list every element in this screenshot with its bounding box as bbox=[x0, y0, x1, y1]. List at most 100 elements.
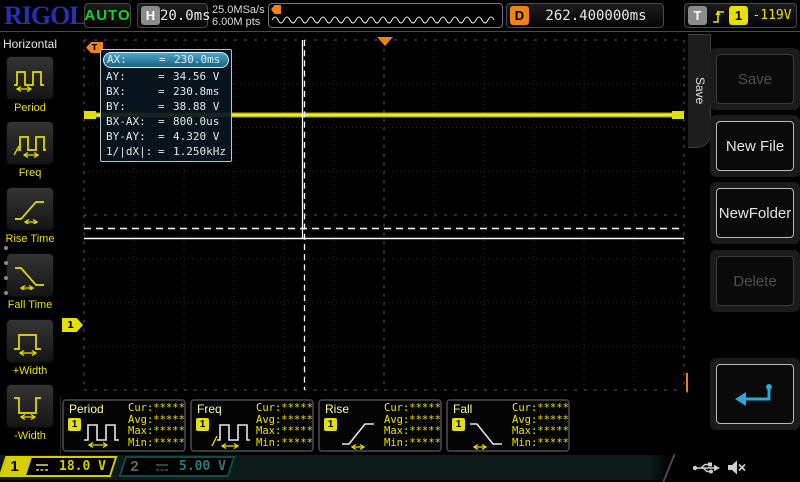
channel-badge: 1 bbox=[196, 418, 209, 431]
menu-item-rise-time[interactable]: Rise Time bbox=[0, 187, 60, 245]
menu-item-label: +Width bbox=[12, 365, 48, 377]
plus-width-button[interactable] bbox=[6, 319, 54, 363]
timebase-value: 20.0ms bbox=[160, 7, 211, 24]
menu-item-plus-width[interactable]: +Width bbox=[0, 319, 60, 377]
period-icon bbox=[84, 424, 119, 449]
measurement-panel-freq: Freq 1 Cur:***** Avg:***** Max:***** Min… bbox=[190, 399, 314, 452]
return-key[interactable] bbox=[710, 358, 800, 430]
channel2-status[interactable]: 2 5.00 V bbox=[118, 456, 236, 477]
cursor-row-ax: AX: = 230.0ms bbox=[103, 52, 229, 68]
stat-cur: Cur:***** bbox=[128, 402, 185, 414]
cursor-label: BX: bbox=[106, 85, 126, 98]
left-menu-title: Horizontal bbox=[2, 37, 58, 51]
menu-item-label: Fall Time bbox=[7, 299, 53, 311]
minus-width-button[interactable] bbox=[6, 384, 54, 428]
rise-time-button[interactable] bbox=[6, 187, 54, 231]
return-arrow-icon bbox=[735, 384, 772, 406]
cursor-label: AX: bbox=[107, 53, 127, 66]
cursor-value: 34.56 V bbox=[173, 70, 220, 83]
cursor-value: 230.8ms bbox=[173, 85, 220, 98]
menu-item-minus-width[interactable]: -Width bbox=[0, 384, 60, 442]
new-file-key[interactable]: New File bbox=[710, 115, 800, 177]
measurement-title: Rise bbox=[325, 402, 350, 416]
cursor-value: 1.250kHz bbox=[173, 145, 226, 158]
stat-min: Min:***** bbox=[256, 436, 313, 449]
return-button[interactable] bbox=[716, 364, 794, 424]
stat-max: Max:***** bbox=[384, 425, 441, 437]
equals-sign: = bbox=[158, 70, 165, 83]
memory-waveform-preview bbox=[268, 3, 503, 28]
measurement-title: Freq bbox=[197, 402, 222, 416]
measurement-panel-fall: Fall 1 Cur:***** Avg:***** Max:***** Min… bbox=[446, 399, 570, 452]
measurement-panel-rise: Rise 1 Cur:***** Avg:***** Max:***** Min… bbox=[318, 399, 442, 452]
cursor-label: BX-AX: bbox=[106, 115, 146, 128]
rise-time-icon bbox=[15, 201, 44, 224]
preview-wave bbox=[271, 16, 495, 24]
plus-width-icon bbox=[14, 334, 41, 356]
channel-badge: 1 bbox=[324, 418, 337, 431]
delete-key[interactable]: Delete bbox=[710, 250, 800, 312]
minus-width-icon bbox=[14, 397, 41, 421]
delay-readout: D 262.400000ms bbox=[506, 3, 664, 28]
equals-sign: = bbox=[158, 130, 165, 143]
equals-sign: = bbox=[158, 115, 165, 128]
fall-time-button[interactable] bbox=[6, 253, 54, 297]
stat-min: Min:***** bbox=[512, 436, 569, 449]
stat-max: Max:***** bbox=[512, 425, 569, 437]
new-folder-button[interactable]: NewFolder bbox=[716, 188, 794, 238]
cursor-label: BY: bbox=[106, 100, 126, 113]
menu-item-label: Period bbox=[14, 102, 46, 114]
cursor-value: 230.0ms bbox=[174, 53, 221, 66]
trigger-status-badge: AUTO bbox=[84, 3, 131, 28]
cursor-value: 800.0us bbox=[173, 115, 220, 128]
save-tab: Save bbox=[688, 34, 711, 148]
freq-button[interactable] bbox=[6, 121, 54, 165]
fall-time-icon bbox=[470, 423, 502, 451]
save-button[interactable]: Save bbox=[716, 54, 794, 104]
menu-item-label: -Width bbox=[14, 430, 46, 442]
save-menu: Save Save New File NewFolder Delete bbox=[688, 32, 800, 455]
timebase-readout: H 20.0ms bbox=[137, 3, 211, 28]
channel1-status[interactable]: 1 18.0 V bbox=[0, 456, 118, 477]
menu-item-freq[interactable]: Freq bbox=[0, 121, 60, 179]
sample-rate: 25.0MSa/s bbox=[212, 4, 265, 16]
cursor-row-freq: 1/|dX|: = 1.250kHz bbox=[103, 144, 229, 159]
memory-depth: 6.00M pts bbox=[212, 16, 261, 28]
menu-scroll-dots bbox=[4, 246, 8, 306]
channel-status-bar: 1 18.0 V 2 5.00 V bbox=[0, 453, 800, 482]
top-status-bar: RIGOL AUTO H 20.0ms 25.0MSa/s 6.00M pts … bbox=[0, 0, 800, 32]
trigger-icon: T bbox=[688, 6, 707, 25]
measurement-title: Fall bbox=[453, 402, 473, 416]
usb-icon bbox=[692, 462, 720, 474]
cursor-label: AY: bbox=[106, 70, 126, 83]
equals-sign: = bbox=[158, 145, 165, 158]
period-icon bbox=[14, 71, 44, 93]
stat-min: Min:***** bbox=[128, 436, 185, 449]
horizontal-measure-menu: Horizontal Period Freq Rise Time Fall Ti… bbox=[0, 32, 61, 455]
cursor-row-bx: BX: = 230.8ms bbox=[103, 84, 229, 99]
delete-button[interactable]: Delete bbox=[716, 256, 794, 306]
period-button[interactable] bbox=[6, 56, 54, 100]
menu-item-period[interactable]: Period bbox=[0, 56, 60, 114]
channel1-scale: 18.0 V bbox=[59, 459, 106, 474]
rigol-logo: RIGOL bbox=[4, 1, 87, 30]
equals-sign: = bbox=[158, 85, 165, 98]
stat-cur: Cur:***** bbox=[256, 402, 313, 414]
trigger-position-letter: T bbox=[91, 43, 98, 52]
new-folder-key[interactable]: NewFolder bbox=[710, 182, 800, 244]
measurement-title: Period bbox=[69, 402, 104, 416]
freq-icon bbox=[13, 136, 46, 158]
freq-icon bbox=[211, 424, 250, 450]
save-key[interactable]: Save bbox=[710, 48, 800, 110]
stat-cur: Cur:***** bbox=[384, 402, 441, 414]
new-file-button[interactable]: New File bbox=[716, 121, 794, 171]
cursor-row-by: BY: = 38.88 V bbox=[103, 99, 229, 114]
menu-item-fall-time[interactable]: Fall Time bbox=[0, 253, 60, 311]
rise-time-icon bbox=[342, 423, 374, 451]
channel-badge: 1 bbox=[68, 418, 81, 431]
waveform-display: T 1 T AX: = 230.0ms AY: = 34.56 V BX: = … bbox=[60, 32, 699, 398]
measurement-panel-period: Period 1 Cur:***** Avg:***** Max:***** M… bbox=[62, 399, 186, 452]
stat-max: Max:***** bbox=[128, 425, 185, 437]
equals-sign: = bbox=[159, 53, 166, 66]
cursor-readout-panel: AX: = 230.0ms AY: = 34.56 V BX: = 230.8m… bbox=[100, 49, 232, 162]
